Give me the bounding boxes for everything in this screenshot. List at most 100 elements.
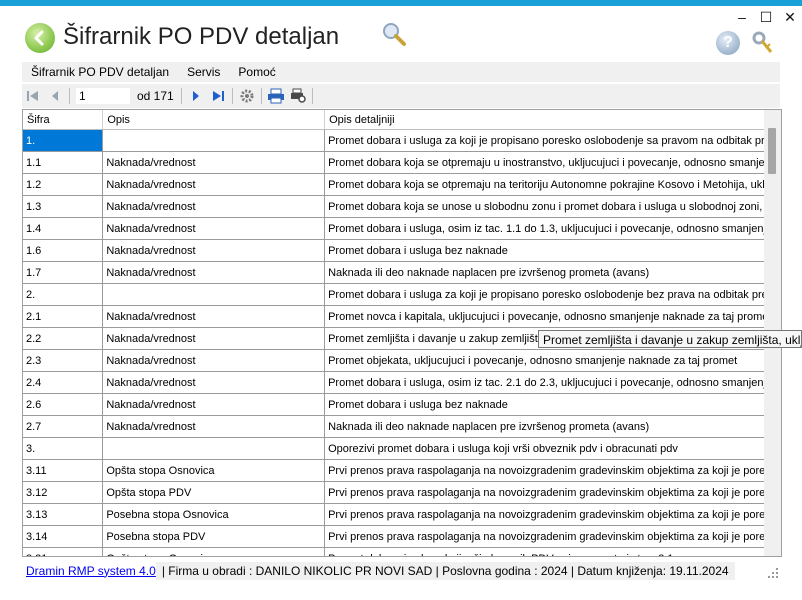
table-row[interactable]: 2.1 Naknada/vrednost Promet novca i kapita… — [23, 305, 781, 328]
cell-opis[interactable]: Naknada/vrednost — [102, 261, 326, 284]
table-row[interactable]: 2. Promet dobara i usluga za koji je prop… — [23, 283, 781, 306]
scrollbar-thumb[interactable] — [768, 128, 776, 174]
cell-opis[interactable] — [102, 283, 326, 306]
app-version-link[interactable]: Dramin RMP system 4.0 — [26, 564, 156, 578]
keys-icon[interactable] — [750, 30, 776, 56]
print-icon[interactable] — [265, 86, 287, 106]
cell-opis-detaljniji[interactable]: Promet dobara i usluga bez naknade — [324, 239, 781, 262]
cell-opis[interactable]: Naknada/vrednost — [102, 305, 326, 328]
cell-opis[interactable]: Opšta stopa Osnovica — [102, 547, 326, 556]
table-row[interactable]: 1.4 Naknada/vrednost Promet dobara i uslug… — [23, 217, 781, 240]
cell-sifra[interactable]: 3.14 — [23, 525, 104, 548]
column-header-opis[interactable]: Opis — [102, 110, 326, 130]
previous-page-icon[interactable] — [44, 86, 66, 106]
cell-opis-detaljniji[interactable]: Promet objekata, ukljucujuci i povecanje… — [324, 349, 781, 372]
cell-opis-detaljniji[interactable]: Prvi prenos prava raspolaganja na novoiz… — [324, 503, 781, 526]
table-row[interactable]: 3.21Opšta stopa OsnovicaPromet dobara i … — [23, 547, 781, 556]
cell-sifra[interactable]: 2.1 — [23, 305, 104, 328]
cell-opis[interactable]: Naknada/vrednost — [102, 239, 326, 262]
cell-sifra[interactable]: 2.7 — [23, 415, 104, 438]
print-preview-icon[interactable] — [287, 86, 309, 106]
cell-opis[interactable]: Posebna stopa PDV — [102, 525, 326, 548]
back-arrow-icon[interactable] — [25, 23, 55, 53]
cell-opis[interactable]: Opšta stopa Osnovica — [102, 459, 326, 482]
menu-item-sifrarnik[interactable]: Šifrarnik PO PDV detaljan — [22, 65, 178, 79]
cell-opis-detaljniji[interactable]: Promet novca i kapitala, ukljucujuci i p… — [324, 305, 781, 328]
table-row[interactable]: 2.7 Naknada/vrednost Naknada ili deo nakna… — [23, 415, 781, 438]
cell-opis[interactable]: Posebna stopa Osnovica — [102, 503, 326, 526]
table-row[interactable]: 1.7 Naknada/vrednost Naknada ili deo nakna… — [23, 261, 781, 284]
cell-opis-detaljniji[interactable]: Oporezivi promet dobara i usluga koji vr… — [324, 437, 781, 460]
cell-opis-detaljniji[interactable]: Naknada ili deo naknade naplacen pre izv… — [324, 261, 781, 284]
cell-sifra[interactable]: 3.13 — [23, 503, 104, 526]
menu-item-servis[interactable]: Servis — [178, 65, 229, 79]
resize-grip-icon[interactable] — [768, 568, 778, 578]
cell-opis-detaljniji[interactable]: Promet dobara i usluga za koji je propis… — [324, 129, 781, 152]
cell-opis-detaljniji[interactable]: Prvi prenos prava raspolaganja na novoiz… — [324, 525, 781, 548]
cell-sifra[interactable]: 2.3 — [23, 349, 104, 372]
cell-sifra[interactable]: 3.12 — [23, 481, 104, 504]
gear-icon[interactable] — [236, 86, 258, 106]
cell-opis[interactable]: Naknada/vrednost — [102, 217, 326, 240]
menu-item-pomoc[interactable]: Pomoć — [229, 65, 284, 79]
cell-sifra[interactable]: 2.4 — [23, 371, 104, 394]
cell-sifra[interactable]: 1.6 — [23, 239, 104, 262]
table-row[interactable]: 2.6 Naknada/vrednost Promet dobara i uslug… — [23, 393, 781, 416]
table-row[interactable]: 1.3 Naknada/vrednost Promet dobara koja se… — [23, 195, 781, 218]
cell-sifra[interactable]: 1.3 — [23, 195, 104, 218]
table-row[interactable]: 2.3 Naknada/vrednost Promet objekata, uklj… — [23, 349, 781, 372]
next-page-icon[interactable] — [185, 86, 207, 106]
column-header-sifra[interactable]: Šifra — [23, 110, 104, 130]
table-row[interactable]: 3.12 Opšta stopa PDV Prvi prenos prava ras… — [23, 481, 781, 504]
search-icon[interactable] — [380, 20, 408, 48]
first-page-icon[interactable] — [22, 86, 44, 106]
cell-sifra[interactable]: 2.2 — [23, 327, 104, 350]
cell-sifra[interactable]: 3. — [23, 437, 104, 460]
cell-opis-detaljniji[interactable]: Promet dobara koja se otpremaju na terit… — [324, 173, 781, 196]
cell-opis-detaljniji[interactable]: Prvi prenos prava raspolaganja na novoiz… — [324, 481, 781, 504]
column-header-opis-detaljniji[interactable]: Opis detaljniji — [324, 110, 781, 130]
table-row[interactable]: 1.6 Naknada/vrednost Promet dobara i uslug… — [23, 239, 781, 262]
cell-sifra[interactable]: 3.21 — [23, 547, 104, 556]
table-row[interactable]: 1. Promet dobara i usluga za koji je prop… — [23, 129, 781, 152]
last-page-icon[interactable] — [207, 86, 229, 106]
cell-sifra[interactable]: 1.1 — [23, 151, 104, 174]
cell-opis-detaljniji[interactable]: Promet dobara koja se otpremaju u inostr… — [324, 151, 781, 174]
cell-sifra[interactable]: 1. — [23, 129, 104, 152]
cell-sifra[interactable]: 3.11 — [23, 459, 104, 482]
table-row[interactable]: 3.11 Opšta stopa Osnovica Prvi prenos prav… — [23, 459, 781, 482]
cell-opis[interactable]: Naknada/vrednost — [102, 195, 326, 218]
table-row[interactable]: 1.1 Naknada/vrednost Promet dobara koja se… — [23, 151, 781, 174]
cell-opis[interactable] — [102, 129, 326, 152]
cell-opis[interactable] — [102, 437, 326, 460]
table-row[interactable]: 2.4 Naknada/vrednost Promet dobara i uslug… — [23, 371, 781, 394]
cell-opis-detaljniji[interactable]: Promet dobara i usluga, osim iz tac. 1.1… — [324, 217, 781, 240]
cell-sifra[interactable]: 2.6 — [23, 393, 104, 416]
help-icon[interactable]: ? — [716, 31, 740, 55]
table-row[interactable]: 3.14 Posebna stopa PDV Prvi prenos prava r… — [23, 525, 781, 548]
cell-sifra[interactable]: 2. — [23, 283, 104, 306]
cell-opis[interactable]: Naknada/vrednost — [102, 371, 326, 394]
table-row[interactable]: 3.13 Posebna stopa Osnovica Prvi prenos pr… — [23, 503, 781, 526]
cell-opis[interactable]: Naknada/vrednost — [102, 349, 326, 372]
cell-opis-detaljniji[interactable]: Prvi prenos prava raspolaganja na novoiz… — [324, 459, 781, 482]
page-number-input[interactable]: 1 — [75, 87, 131, 105]
cell-opis-detaljniji[interactable]: Promet dobara i usluga, osim iz tac. 2.1… — [324, 371, 781, 394]
cell-sifra[interactable]: 1.2 — [23, 173, 104, 196]
table-row[interactable]: 3. Oporezivi promet dobara i usluga koji … — [23, 437, 781, 460]
cell-opis-detaljniji[interactable]: Promet dobara i usluga bez naknade — [324, 393, 781, 416]
cell-opis[interactable]: Naknada/vrednost — [102, 173, 326, 196]
cell-opis-detaljniji[interactable]: Naknada ili deo naknade naplacen pre izv… — [324, 415, 781, 438]
cell-opis[interactable]: Naknada/vrednost — [102, 151, 326, 174]
cell-opis[interactable]: Opšta stopa PDV — [102, 481, 326, 504]
cell-opis-detaljniji[interactable]: Promet dobara i usluga za koji je propis… — [324, 283, 781, 306]
cell-opis[interactable]: Naknada/vrednost — [102, 393, 326, 416]
cell-sifra[interactable]: 1.4 — [23, 217, 104, 240]
cell-opis-detaljniji[interactable]: Promet dobara i usluga koji vrši obvezni… — [324, 547, 781, 556]
cell-sifra[interactable]: 1.7 — [23, 261, 104, 284]
cell-opis-detaljniji[interactable]: Promet dobara koja se unose u slobodnu z… — [324, 195, 781, 218]
table-row[interactable]: 1.2 Naknada/vrednost Promet dobara koja se… — [23, 173, 781, 196]
cell-opis[interactable]: Naknada/vrednost — [102, 415, 326, 438]
window-top-accent — [0, 0, 802, 6]
cell-opis[interactable]: Naknada/vrednost — [102, 327, 326, 350]
